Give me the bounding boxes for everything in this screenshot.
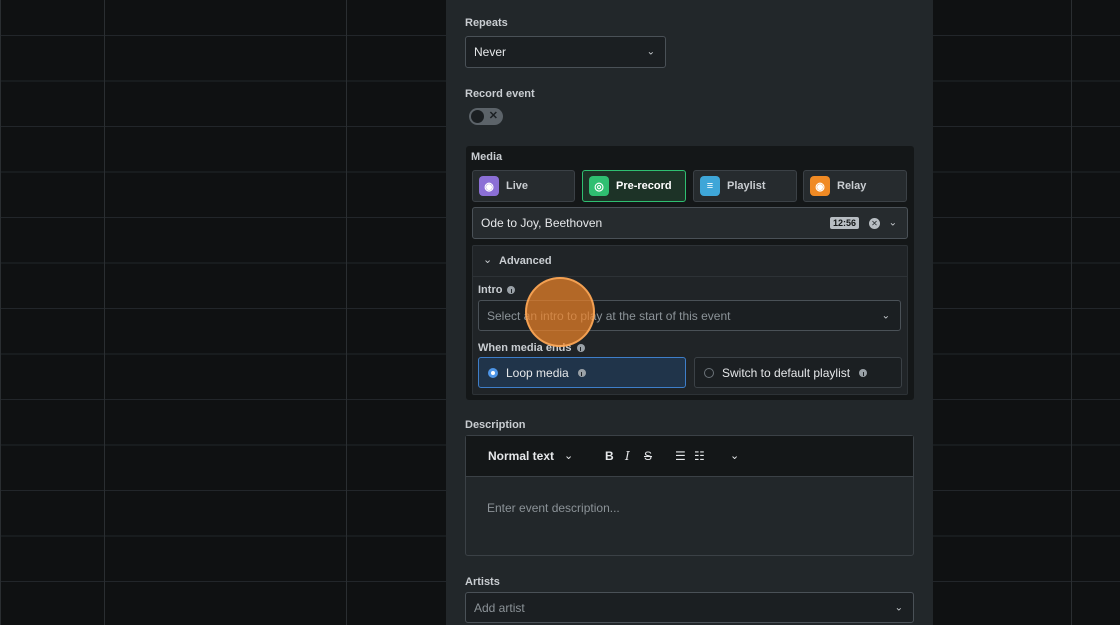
radio-selected-icon xyxy=(488,367,498,378)
cursor-highlight xyxy=(525,277,595,347)
artists-label: Artists xyxy=(465,576,500,588)
intro-label-text: Intro xyxy=(478,284,503,296)
duration-badge: 12:56 xyxy=(829,217,859,229)
record-event-label: Record event xyxy=(465,88,535,100)
chevron-down-icon: ⌄ xyxy=(894,602,903,613)
record-icon: ◎ xyxy=(589,176,609,196)
media-label: Media xyxy=(471,151,503,163)
info-icon[interactable] xyxy=(577,368,586,377)
intro-label: Intro xyxy=(478,284,516,296)
tab-live-label: Live xyxy=(506,180,529,192)
clear-icon[interactable]: ✕ xyxy=(869,218,880,229)
radio-switch-playlist[interactable]: Switch to default playlist xyxy=(694,357,902,388)
chevron-down-icon[interactable]: ⌄ xyxy=(564,449,573,462)
advanced-label: Advanced xyxy=(499,255,552,267)
tab-relay[interactable]: ◉ Relay xyxy=(803,170,907,202)
numbered-list-icon[interactable]: ☷ xyxy=(694,449,705,463)
info-icon[interactable] xyxy=(576,344,585,353)
broadcast-icon: ◉ xyxy=(479,176,499,196)
chevron-down-icon: ⌄ xyxy=(483,254,493,266)
description-editor[interactable]: Normal text ⌄ B I S ☰ ☷ ⌄ Enter event de… xyxy=(465,435,914,556)
editor-toolbar: Normal text ⌄ B I S ☰ ☷ ⌄ xyxy=(466,436,913,477)
grid-column-line xyxy=(1071,0,1072,625)
description-placeholder: Enter event description... xyxy=(487,501,620,515)
media-track-select[interactable]: Ode to Joy, Beethoven 12:56 ✕ ⌄ xyxy=(472,207,908,239)
tab-pre-record-label: Pre-record xyxy=(616,180,672,192)
repeats-label: Repeats xyxy=(465,17,508,29)
tab-relay-label: Relay xyxy=(837,180,867,192)
artists-select[interactable]: Add artist ⌄ xyxy=(465,592,914,623)
bullet-list-icon[interactable]: ☰ xyxy=(675,449,686,463)
chevron-down-icon: ⌄ xyxy=(646,46,655,58)
relay-icon: ◉ xyxy=(810,176,830,196)
advanced-toggle[interactable]: ⌄ Advanced xyxy=(473,246,907,277)
strikethrough-icon[interactable]: S xyxy=(644,449,652,463)
playlist-icon: ≡ xyxy=(700,176,720,196)
switch-playlist-label: Switch to default playlist xyxy=(722,365,851,380)
intro-placeholder: Select an intro to play at the start of … xyxy=(487,308,731,323)
radio-loop-media[interactable]: Loop media xyxy=(478,357,686,388)
info-icon[interactable] xyxy=(859,368,868,377)
chevron-down-icon[interactable]: ⌄ xyxy=(730,449,739,462)
radio-unselected-icon xyxy=(704,367,714,378)
chevron-down-icon[interactable]: ⌄ xyxy=(889,218,897,229)
repeats-value: Never xyxy=(474,45,507,59)
toggle-knob xyxy=(471,110,484,123)
chevron-down-icon: ⌄ xyxy=(881,310,890,321)
tab-live[interactable]: ◉ Live xyxy=(472,170,575,202)
tab-pre-record[interactable]: ◎ Pre-record xyxy=(582,170,686,202)
record-event-toggle[interactable]: ✕ xyxy=(469,108,503,125)
description-label: Description xyxy=(465,419,526,431)
grid-column-line xyxy=(104,0,105,625)
tab-playlist[interactable]: ≡ Playlist xyxy=(693,170,797,202)
grid-column-line xyxy=(346,0,347,625)
artists-placeholder: Add artist xyxy=(474,600,525,615)
info-icon[interactable] xyxy=(507,286,516,295)
text-format-select[interactable]: Normal text xyxy=(488,449,554,463)
close-icon: ✕ xyxy=(488,110,498,122)
italic-icon[interactable]: I xyxy=(625,449,630,463)
bold-icon[interactable]: B xyxy=(605,449,614,463)
repeats-select[interactable]: Never ⌄ xyxy=(465,36,666,68)
track-title: Ode to Joy, Beethoven xyxy=(481,216,603,230)
loop-media-label: Loop media xyxy=(506,365,569,380)
tab-playlist-label: Playlist xyxy=(727,180,766,192)
